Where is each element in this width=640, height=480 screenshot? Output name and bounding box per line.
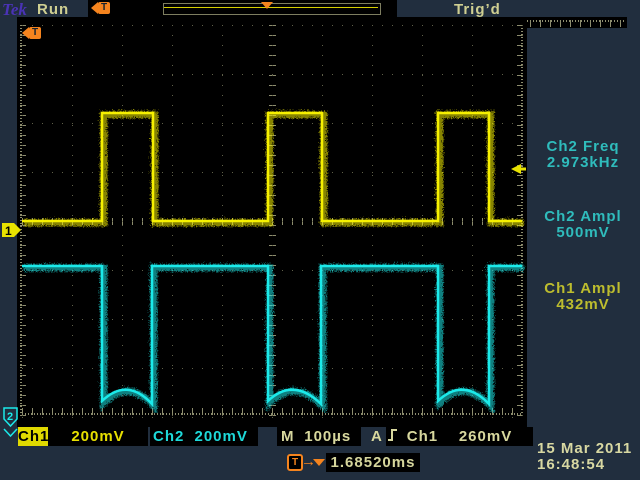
ch1-badge: Ch1 <box>18 427 48 446</box>
timebase-box: M 100µs <box>277 427 361 446</box>
measurement-value: 500mV <box>531 225 635 241</box>
graticule-column <box>322 25 323 417</box>
trigger-offscreen-icon-top: T <box>91 2 110 14</box>
ch2-scale: 200mV <box>184 427 258 446</box>
arrow-left-icon <box>91 2 98 14</box>
arrow-left-icon <box>22 27 29 39</box>
graticule-column <box>372 25 373 417</box>
trigger-position-marker-bar-icon <box>261 2 273 9</box>
waveform-display: T <box>17 17 527 427</box>
graticule-column <box>272 25 273 417</box>
ch2-ground-marker: 2 <box>4 408 17 436</box>
graticule-column <box>72 25 73 417</box>
measurement-value: 2.973kHz <box>531 155 635 171</box>
ch1-marker-label: 1 <box>5 224 12 238</box>
measurement-ch1-ampl: Ch1 Ampl 432mV <box>531 281 635 313</box>
graticule-column <box>22 25 23 417</box>
graticule-column <box>422 25 423 417</box>
graticule-column <box>472 25 473 417</box>
trigger-level: 260mV <box>459 427 512 446</box>
acquisition-status: Run <box>37 1 69 18</box>
trigger-mode-label: A <box>371 427 383 446</box>
trigger-position-value: 1.68520ms <box>326 453 420 472</box>
measurement-label: Ch2 Freq <box>531 139 635 155</box>
trigger-t-icon: T <box>98 2 110 14</box>
trigger-marker-icon <box>313 459 325 466</box>
time: 16:48:54 <box>537 457 638 473</box>
trigger-t-icon: T <box>29 27 41 39</box>
trigger-readout-box: Ch1 260mV <box>386 427 533 446</box>
ch2-marker-label: 2 <box>7 411 13 423</box>
oscilloscope-screen: Tek Run T Trig’d T <box>0 0 640 480</box>
ch2-label: Ch2 <box>153 427 184 446</box>
graticule-column <box>122 25 123 417</box>
timebase-value: 100µs <box>295 427 362 446</box>
trigger-offscreen-icon-plot: T <box>22 27 41 39</box>
trigger-source: Ch1 <box>407 427 438 446</box>
timebase-label: M <box>281 427 295 446</box>
measurement-ch2-ampl: Ch2 Ampl 500mV <box>531 209 635 241</box>
graticule-column <box>522 25 523 417</box>
measurement-label: Ch1 Ampl <box>531 281 635 297</box>
graticule-row <box>22 417 522 418</box>
date-time: 15 Mar 2011 16:48:54 <box>537 441 638 473</box>
ch1-scale: 200mV <box>48 427 148 446</box>
measurement-value: 432mV <box>531 297 635 313</box>
trigger-status: Trig’d <box>454 1 501 18</box>
rising-edge-icon <box>386 427 399 442</box>
date: 15 Mar 2011 <box>537 441 638 457</box>
graticule-column <box>222 25 223 417</box>
measurement-ch2-freq: Ch2 Freq 2.973kHz <box>531 139 635 171</box>
measurement-label: Ch2 Ampl <box>531 209 635 225</box>
graticule-column <box>172 25 173 417</box>
ch2-scale-box: Ch2 200mV <box>150 427 258 446</box>
